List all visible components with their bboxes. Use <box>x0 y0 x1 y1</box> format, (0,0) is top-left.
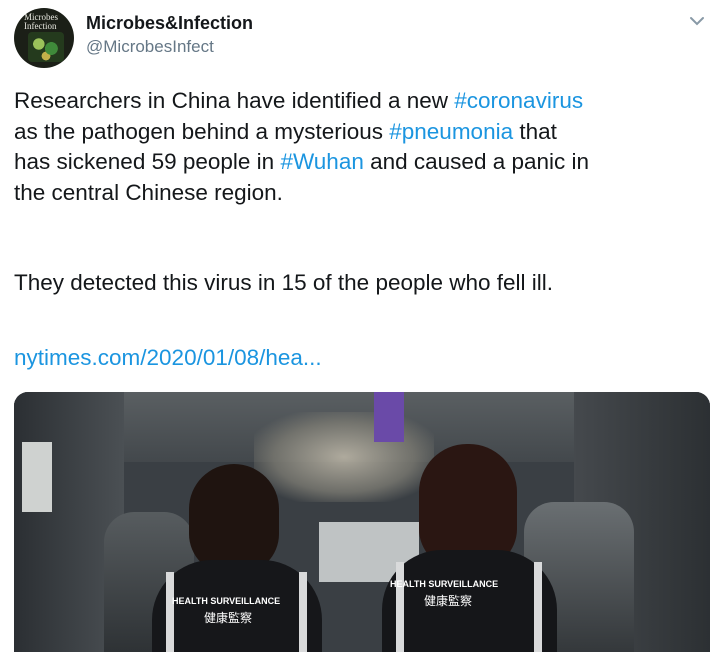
hashtag-pneumonia[interactable]: #pneumonia <box>389 119 513 144</box>
tweet-paragraph: They detected this virus in 15 of the pe… <box>14 270 554 295</box>
jacket-label-english: HEALTH SURVEILLANCE <box>172 596 281 606</box>
tweet-text: Researchers in China have identified a n… <box>14 86 714 208</box>
photo-poster <box>22 442 52 512</box>
tweet-line: Researchers in China have identified a n… <box>14 88 584 113</box>
jacket-reflective-stripe <box>299 572 307 652</box>
jacket-reflective-stripe <box>396 562 404 652</box>
tweet-line: has sickened 59 people in #Wuhan and cau… <box>14 149 590 174</box>
photo-purple-sign <box>374 392 404 442</box>
user-handle[interactable]: @MicrobesInfect <box>86 37 214 57</box>
jacket-label-english: HEALTH SURVEILLANCE <box>390 579 499 589</box>
display-name[interactable]: Microbes&Infection <box>86 13 253 34</box>
avatar-artwork <box>28 32 64 62</box>
avatar-logo-text: Microbes Infection <box>24 12 58 31</box>
tweet-line: the central Chinese region. <box>14 179 283 205</box>
jacket-label-chinese: 健康監察 <box>424 594 473 608</box>
person-left-jacket <box>152 560 322 652</box>
photo-background-lights <box>254 412 434 502</box>
jacket-reflective-stripe <box>166 572 174 652</box>
jacket-reflective-stripe <box>534 562 542 652</box>
person-left-head <box>189 464 279 574</box>
hashtag-wuhan[interactable]: #Wuhan <box>280 149 363 174</box>
tweet-line: as the pathogen behind a mysterious #pne… <box>14 118 557 144</box>
hashtag-coronavirus[interactable]: #coronavirus <box>454 88 583 113</box>
avatar[interactable]: Microbes Infection <box>14 8 74 68</box>
article-link[interactable]: nytimes.com/2020/01/08/hea... <box>14 343 322 374</box>
chevron-down-icon[interactable] <box>686 10 708 32</box>
jacket-label-chinese: 健康監察 <box>204 611 253 625</box>
tweet-photo[interactable]: HEALTH SURVEILLANCE 健康監察 HEALTH SURVEILL… <box>14 392 710 652</box>
